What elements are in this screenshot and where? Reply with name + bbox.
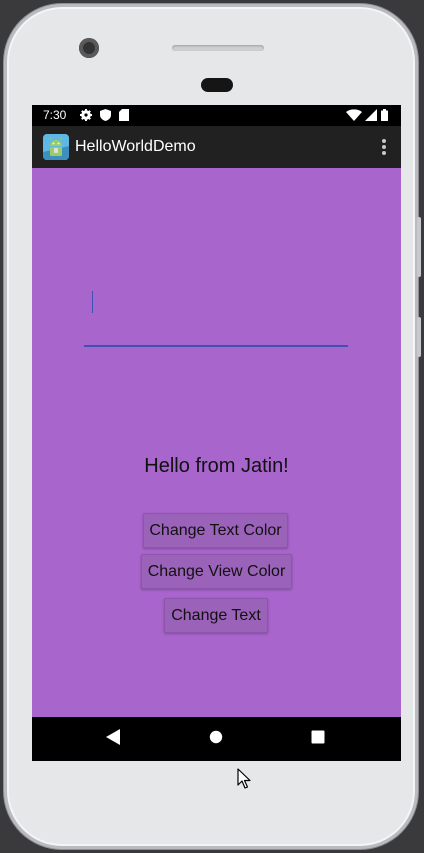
top-speaker-grille: [172, 45, 264, 51]
status-time: 7:30: [43, 108, 67, 122]
app-toolbar: HelloWorldDemo: [32, 126, 401, 168]
back-icon[interactable]: [106, 729, 120, 745]
mouse-pointer-icon: [237, 768, 251, 789]
message-text: Hello from Jatin!: [144, 455, 289, 477]
earpiece: [201, 78, 233, 92]
recents-icon[interactable]: [311, 729, 325, 745]
volume-button: [417, 217, 421, 277]
app-title: HelloWorldDemo: [75, 138, 196, 155]
status-bar: 7:30: [32, 105, 401, 126]
main-content: Hello from Jatin! Change Text Color Chan…: [32, 168, 401, 717]
android-app-icon: [43, 134, 69, 160]
phone-frame: 7:30 HelloWorldDemo Hello from Jatin! Ch…: [4, 4, 421, 849]
change-text-button[interactable]: Change Text: [164, 598, 268, 633]
change-view-color-button[interactable]: Change View Color: [141, 554, 292, 589]
wifi-icon: [346, 109, 362, 121]
home-icon[interactable]: [209, 729, 223, 745]
overflow-menu-icon[interactable]: [381, 137, 387, 157]
device-screen: 7:30 HelloWorldDemo Hello from Jatin! Ch…: [32, 105, 401, 761]
gear-icon: [80, 109, 92, 121]
navigation-bar: [32, 717, 401, 761]
power-button: [417, 317, 421, 357]
change-text-color-button[interactable]: Change Text Color: [143, 513, 288, 548]
signal-icon: [365, 109, 377, 121]
text-cursor: [92, 291, 93, 313]
shield-icon: [100, 109, 111, 121]
sd-card-icon: [119, 109, 129, 121]
front-camera: [79, 38, 99, 58]
battery-icon: [381, 109, 388, 121]
text-input[interactable]: [84, 281, 348, 347]
